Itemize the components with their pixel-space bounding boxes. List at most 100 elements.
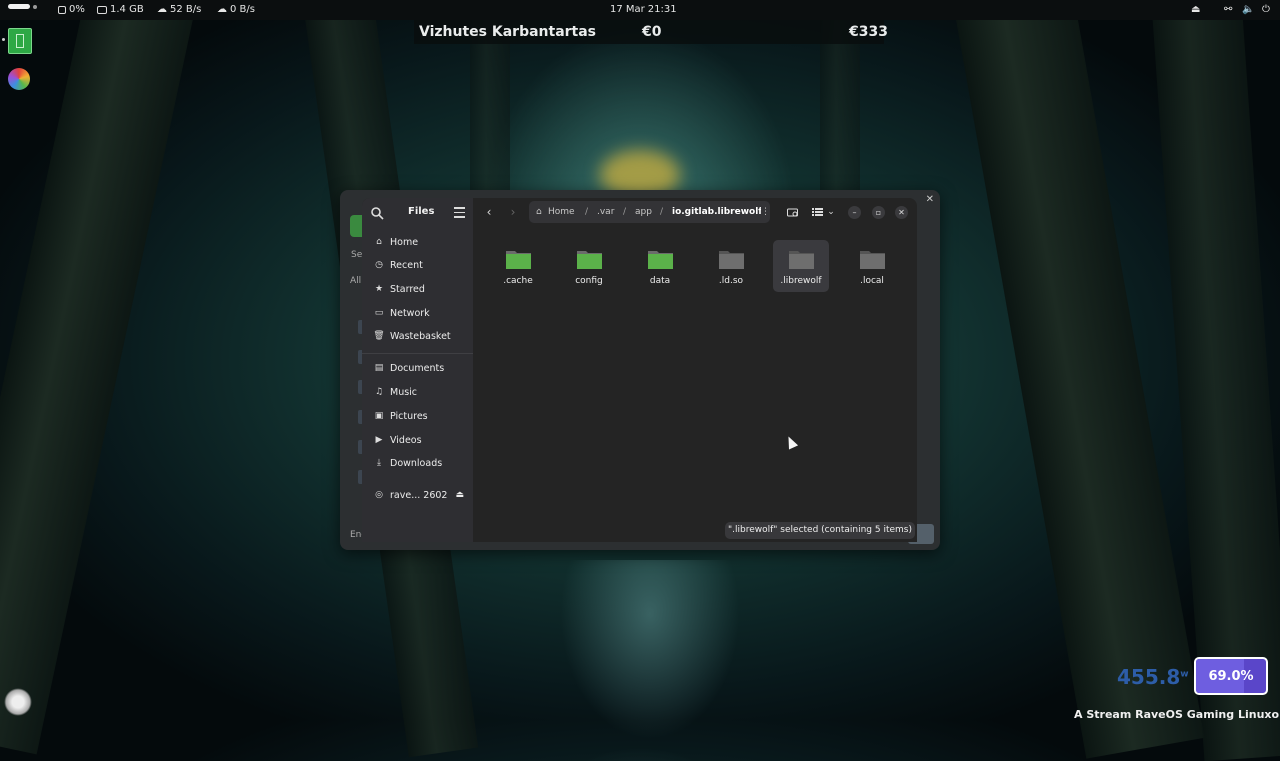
cloud-down-icon: ☁ bbox=[157, 4, 167, 15]
sidebar-item-label: Network bbox=[390, 307, 430, 319]
close-icon: ✕ bbox=[898, 208, 905, 217]
sidebar-item-home[interactable]: ⌂ Home bbox=[368, 232, 468, 252]
sidebar-item-network[interactable]: ▭ Network bbox=[368, 303, 468, 323]
breadcrumb-var[interactable]: .var bbox=[597, 207, 614, 217]
sidebar-item-recent[interactable]: ◷ Recent bbox=[368, 255, 468, 275]
sidebar-item-label: Recent bbox=[390, 259, 423, 271]
app-title: Files bbox=[408, 206, 435, 217]
folder-search-icon bbox=[787, 208, 798, 217]
folder-label: .local bbox=[860, 276, 884, 286]
sidebar-item-wastebasket[interactable]: 🗑 Wastebasket bbox=[368, 326, 468, 346]
trash-icon: 🗑 bbox=[373, 331, 385, 341]
battery-widget: 69.0% bbox=[1194, 657, 1268, 695]
folder-item-cache[interactable]: .cache bbox=[490, 240, 546, 292]
eject-icon[interactable]: ⏏ bbox=[1191, 4, 1200, 15]
breadcrumb-separator: / bbox=[585, 207, 589, 217]
net-down-indicator[interactable]: ☁ 52 B/s bbox=[157, 4, 201, 15]
view-list-button[interactable] bbox=[810, 205, 824, 219]
folder-item-data[interactable]: data bbox=[632, 240, 688, 292]
sidebar-item-videos[interactable]: ▶ Videos bbox=[368, 430, 468, 450]
cpu-indicator[interactable]: 0% bbox=[58, 4, 85, 15]
sidebar-item-label: Wastebasket bbox=[390, 330, 451, 342]
sidebar-item-pictures[interactable]: ▣ Pictures bbox=[368, 406, 468, 426]
close-button[interactable]: ✕ bbox=[895, 206, 908, 219]
sidebar-item-label: Documents bbox=[390, 362, 445, 374]
volume-icon[interactable]: 🔈 bbox=[1242, 4, 1254, 15]
cpu-icon bbox=[58, 5, 66, 14]
folder-item-librewolf[interactable]: .librewolf bbox=[773, 240, 829, 292]
view-options-chevron-icon[interactable]: ⌄ bbox=[824, 205, 838, 219]
breadcrumb-app[interactable]: app bbox=[635, 207, 652, 217]
back-button[interactable]: ‹ bbox=[482, 205, 496, 219]
list-view-icon bbox=[811, 208, 823, 216]
sidebar-header: Files bbox=[362, 198, 473, 228]
sidebar-item-downloads[interactable]: ⤓ Downloads bbox=[368, 453, 468, 473]
dock-app2-icon[interactable] bbox=[8, 68, 30, 90]
power-icon[interactable]: ⏻ bbox=[1262, 4, 1270, 15]
net-up-value: 0 B/s bbox=[230, 4, 255, 15]
folder-item-config[interactable]: config bbox=[561, 240, 617, 292]
breadcrumb: ⌂ Home / .var / app / io.gitlab.librewol… bbox=[529, 201, 770, 223]
sidebar-item-label: Starred bbox=[390, 283, 425, 295]
menu-icon[interactable] bbox=[454, 207, 465, 218]
power-draw-value: 455.8 bbox=[1117, 665, 1181, 689]
search-icon bbox=[371, 207, 384, 220]
search-button[interactable] bbox=[370, 205, 384, 220]
memory-value: 1.4 GB bbox=[110, 4, 144, 15]
cpu-value: 0% bbox=[69, 4, 85, 15]
folder-label: .ld.so bbox=[718, 276, 744, 286]
bgwin-close-icon[interactable]: ✕ bbox=[926, 194, 934, 205]
sidebar-item-label: Pictures bbox=[390, 410, 428, 422]
folder-label: config bbox=[575, 276, 603, 286]
clock-date: 17 Mar bbox=[610, 4, 645, 15]
ticker-value-current: €0 bbox=[642, 24, 662, 40]
ticker-value-goal: €333 bbox=[849, 24, 888, 40]
breadcrumb-current[interactable]: io.gitlab.librewolf- bbox=[672, 207, 761, 217]
minimize-button[interactable]: – bbox=[848, 206, 861, 219]
sidebar-item-starred[interactable]: ★ Starred bbox=[368, 279, 468, 299]
network-icon: ▭ bbox=[374, 308, 384, 318]
sidebar-item-label: rave... 2602 bbox=[390, 489, 448, 501]
folder-item-ld-so[interactable]: .ld.so bbox=[703, 240, 759, 292]
ticker-name: Vizhutes Karbantartas bbox=[419, 24, 597, 40]
clock-icon: ◷ bbox=[375, 260, 383, 270]
sidebar-item-device[interactable]: ◎ rave... 2602 ⏏ bbox=[368, 485, 468, 505]
folder-icon bbox=[577, 251, 602, 269]
header-bar: ‹ › ⌂ Home / .var / app / io.gitlab.libr… bbox=[473, 198, 917, 228]
dock-app-icon[interactable] bbox=[8, 28, 32, 54]
net-down-value: 52 B/s bbox=[170, 4, 202, 15]
clock-time: 21:31 bbox=[647, 4, 677, 15]
cloud-up-icon: ☁ bbox=[217, 4, 227, 15]
network-status-icon[interactable]: ⚯ bbox=[1224, 4, 1232, 15]
folder-icon bbox=[860, 251, 885, 269]
disc-icon: ◎ bbox=[375, 490, 383, 500]
forward-button[interactable]: › bbox=[506, 205, 520, 219]
breadcrumb-separator: / bbox=[623, 207, 627, 217]
folder-item-local[interactable]: .local bbox=[844, 240, 900, 292]
sidebar-item-music[interactable]: ♫ Music bbox=[368, 382, 468, 402]
folder-icon bbox=[719, 251, 744, 269]
sidebar-item-documents[interactable]: ▤ Documents bbox=[368, 358, 468, 378]
memory-indicator[interactable]: 1.4 GB bbox=[97, 4, 144, 15]
eject-device-icon[interactable]: ⏏ bbox=[455, 490, 464, 500]
document-icon: ▤ bbox=[374, 363, 384, 373]
bgwin-text-all: All bbox=[350, 276, 362, 286]
folder-icon bbox=[648, 251, 673, 269]
sidebar-item-label: Home bbox=[390, 236, 419, 248]
power-draw-unit: w bbox=[1180, 669, 1189, 680]
breadcrumb-home[interactable]: Home bbox=[548, 207, 575, 217]
workspace-indicator[interactable] bbox=[8, 4, 37, 9]
top-bar: 0% 1.4 GB ☁ 52 B/s ☁ 0 B/s 17 Mar 21:31 … bbox=[0, 0, 1280, 20]
dock-running-indicator bbox=[2, 38, 5, 41]
clock[interactable]: 17 Mar 21:31 bbox=[610, 4, 677, 15]
sidebar-item-label: Videos bbox=[390, 434, 422, 446]
new-folder-button[interactable] bbox=[786, 205, 800, 219]
maximize-button[interactable]: ▫ bbox=[872, 206, 885, 219]
breadcrumb-home-icon[interactable]: ⌂ bbox=[536, 207, 542, 217]
lion-logo-icon bbox=[4, 688, 32, 716]
net-up-indicator[interactable]: ☁ 0 B/s bbox=[217, 4, 255, 15]
active-workspace-icon bbox=[8, 4, 30, 9]
breadcrumb-menu-icon[interactable]: ⋮ bbox=[761, 207, 770, 217]
picture-icon: ▣ bbox=[374, 411, 384, 421]
sidebar: Files ⌂ Home ◷ Recent ★ Starred ▭ Networ… bbox=[362, 198, 473, 542]
